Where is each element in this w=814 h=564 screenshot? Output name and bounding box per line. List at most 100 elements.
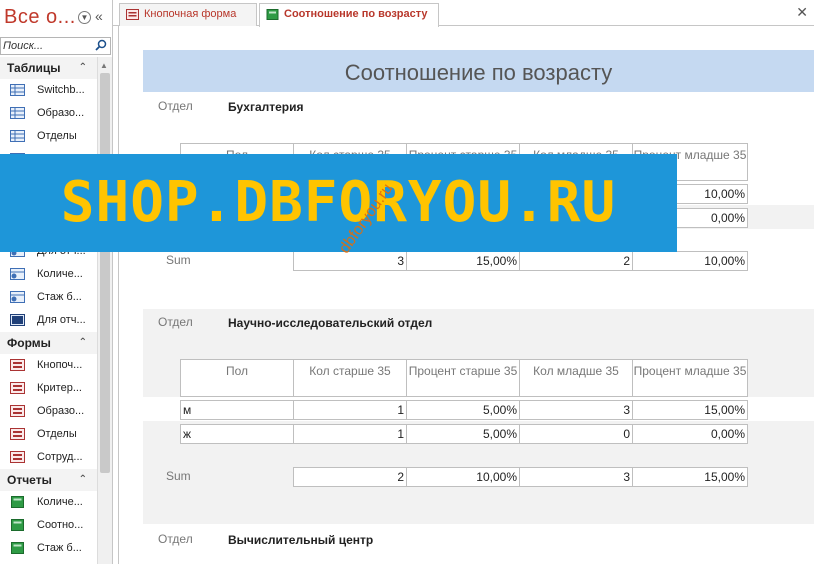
report-view[interactable]: Соотношение по возрасту Отдел Бухгалтери…: [119, 27, 814, 564]
nav-item-query[interactable]: Для отч...: [0, 309, 97, 332]
cell-under35-count: 3: [519, 400, 633, 420]
nav-item-table[interactable]: Отделы: [0, 125, 97, 148]
form-icon: [10, 451, 25, 463]
search-placeholder: Поиск...: [3, 40, 44, 52]
cell-over35-percent: 5,00%: [406, 400, 520, 420]
nav-search-input[interactable]: Поиск...: [0, 37, 111, 55]
close-icon[interactable]: ✕: [796, 4, 808, 21]
nav-item-report[interactable]: Количе...: [0, 491, 97, 514]
report-title: Соотношение по возрасту: [344, 60, 613, 85]
nav-item-query[interactable]: Количе...: [0, 263, 97, 286]
nav-item-label: Образо...: [37, 107, 85, 119]
col-header-over35-count: Кол старше 35: [293, 359, 407, 397]
nav-item-form[interactable]: Сотруд...: [0, 446, 97, 469]
nav-item-label: Сотруд...: [37, 451, 83, 463]
watermark-banner-text: SHOP.DBFORYOU.RU: [60, 170, 617, 235]
nav-item-report[interactable]: Соотно...: [0, 514, 97, 537]
nav-group-forms[interactable]: Формы ⌃: [0, 332, 97, 354]
nav-item-report[interactable]: Стаж б...: [0, 537, 97, 560]
form-icon: [10, 382, 25, 394]
nav-item-query[interactable]: Стаж б...: [0, 286, 97, 309]
nav-item-label: Отделы: [37, 130, 77, 142]
nav-scrollbar[interactable]: ▲: [97, 57, 112, 564]
nav-group-reports[interactable]: Отчеты ⌃: [0, 469, 97, 491]
report-icon: [11, 519, 24, 531]
col-header-gender: Пол: [180, 359, 294, 397]
tab-switchboard-form[interactable]: Кнопочная форма: [119, 3, 257, 26]
cell-gender: м: [180, 400, 294, 420]
cell-gender: ж: [180, 424, 294, 444]
form-icon: [10, 405, 25, 417]
nav-item-label: Отделы: [37, 428, 77, 440]
col-header-under35-count: Кол младше 35: [519, 359, 633, 397]
nav-scroll-thumb[interactable]: [100, 73, 110, 473]
search-icon[interactable]: [95, 39, 107, 51]
crosstab-icon: [10, 314, 25, 326]
table-icon: [10, 107, 25, 119]
nav-item-table[interactable]: Образо...: [0, 102, 97, 125]
document-tab-bar: Кнопочная форма Соотношение по возрасту …: [113, 0, 814, 27]
sum-under35-count: 3: [519, 467, 633, 487]
sum-under35-percent: 10,00%: [632, 251, 748, 271]
cell-over35-count: 1: [293, 400, 407, 420]
nav-item-label: Стаж б...: [37, 291, 82, 303]
chevron-up-icon[interactable]: ⌃: [79, 332, 87, 354]
cell-over35-count: 1: [293, 424, 407, 444]
sum-under35-count: 2: [519, 251, 633, 271]
nav-item-form[interactable]: Отделы: [0, 423, 97, 446]
sum-label: Sum: [166, 253, 191, 267]
nav-group-label: Формы: [7, 336, 51, 350]
access-window: Все о... ▼ « Поиск... Таблицы ⌃ Switchb.…: [0, 0, 814, 564]
sum-over35-percent: 10,00%: [406, 467, 520, 487]
query-icon: [10, 268, 25, 280]
dept-name: Вычислительный центр: [228, 533, 374, 547]
navigation-pane: Все о... ▼ « Поиск... Таблицы ⌃ Switchb.…: [0, 0, 113, 564]
nav-item-form[interactable]: Кнопоч...: [0, 354, 97, 377]
report-icon: [266, 9, 279, 20]
report-icon: [11, 542, 24, 554]
report-icon: [11, 496, 24, 508]
nav-object-list: Таблицы ⌃ Switchb... Образо... Отделы Ко…: [0, 57, 97, 560]
nav-item-label: Количе...: [37, 496, 83, 508]
nav-item-label: Стаж б...: [37, 542, 82, 554]
sum-over35-percent: 15,00%: [406, 251, 520, 271]
nav-item-label: Образо...: [37, 405, 85, 417]
report-header: Соотношение по возрасту: [143, 50, 814, 92]
nav-item-table[interactable]: Switchb...: [0, 79, 97, 102]
dept-name: Бухгалтерия: [228, 100, 304, 114]
form-icon: [10, 359, 25, 371]
form-icon: [10, 428, 25, 440]
scroll-up-icon[interactable]: ▲: [100, 61, 108, 70]
nav-group-tables[interactable]: Таблицы ⌃: [0, 57, 97, 79]
chevron-down-icon[interactable]: ▼: [78, 11, 91, 24]
nav-item-label: Для отч...: [37, 314, 86, 326]
nav-header[interactable]: Все о... ▼ «: [0, 0, 113, 37]
table-icon: [10, 130, 25, 142]
sum-label: Sum: [166, 469, 191, 483]
tab-label: Соотношение по возрасту: [284, 8, 428, 20]
tab-label: Кнопочная форма: [144, 8, 237, 20]
cell-under35-count: 0: [519, 424, 633, 444]
nav-item-label: Switchb...: [37, 84, 85, 96]
chevron-up-icon[interactable]: ⌃: [79, 57, 87, 79]
nav-item-label: Количе...: [37, 268, 83, 280]
nav-title[interactable]: Все о...: [4, 6, 76, 29]
watermark-banner: SHOP.DBFORYOU.RU: [0, 154, 677, 252]
nav-item-form[interactable]: Образо...: [0, 400, 97, 423]
collapse-pane-icon[interactable]: «: [95, 8, 103, 24]
cell-over35-percent: 5,00%: [406, 424, 520, 444]
sum-under35-percent: 15,00%: [632, 467, 748, 487]
nav-item-label: Критер...: [37, 382, 82, 394]
dept-name: Научно-исследовательский отдел: [228, 316, 433, 330]
nav-group-label: Отчеты: [7, 473, 52, 487]
cell-under35-percent: 15,00%: [632, 400, 748, 420]
dept-label: Отдел: [158, 99, 193, 113]
chevron-up-icon[interactable]: ⌃: [79, 469, 87, 491]
nav-item-label: Кнопоч...: [37, 359, 83, 371]
tab-age-ratio-report[interactable]: Соотношение по возрасту: [259, 3, 439, 27]
dept-label: Отдел: [158, 532, 193, 546]
cell-under35-percent: 0,00%: [632, 424, 748, 444]
nav-item-form[interactable]: Критер...: [0, 377, 97, 400]
form-icon: [126, 9, 139, 20]
col-header-over35-percent: Процент старше 35: [406, 359, 520, 397]
